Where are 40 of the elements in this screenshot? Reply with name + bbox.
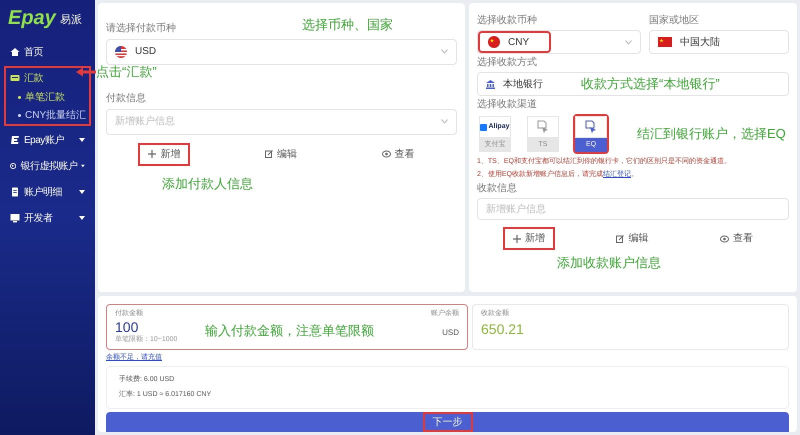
currency-select[interactable]: CNY: [477, 30, 641, 54]
sidebar-subitem[interactable]: CNY批量结汇: [6, 106, 89, 124]
receive-value: 650.21: [481, 320, 525, 339]
sidebar-item[interactable]: 开发者: [6, 208, 89, 228]
currency-select[interactable]: USD: [106, 38, 457, 64]
field-label: 收款信息: [477, 183, 518, 195]
annotation-text: 添加收款账户信息: [557, 254, 662, 272]
amount-value: 100: [115, 319, 140, 335]
sidebar-item[interactable]: 银行虚拟账户: [6, 156, 89, 176]
annotation-text: 添加付款人信息: [162, 174, 254, 192]
annotation-text: 收款方式选择“本地银行”: [581, 75, 720, 94]
field-label: 选择收款渠道: [477, 99, 538, 111]
action-button[interactable]: 查看: [710, 227, 764, 250]
logo-subtitle: 易派: [60, 12, 82, 28]
field-label: 请选择付款币种: [106, 22, 176, 34]
currency-text: USD: [442, 327, 459, 339]
annotation-text: 输入付款金额，注意单笔限额: [205, 322, 375, 340]
action-button[interactable]: 编辑: [606, 227, 658, 250]
logo-text: Epay: [8, 8, 56, 28]
field-label: 国家或地区: [649, 15, 700, 27]
action-button[interactable]: 编辑: [254, 142, 307, 166]
annotation-text: 结汇到银行账户，选择EQ: [637, 125, 786, 144]
sidebar-item[interactable]: Epay账户: [6, 130, 89, 150]
sidebar-item[interactable]: 汇款: [6, 68, 89, 88]
sidebar-subitem[interactable]: 单笔汇款: [6, 88, 89, 106]
annotation-text: 点击“汇款”: [96, 63, 157, 81]
field-label: 选择收款方式: [477, 57, 538, 69]
action-button[interactable]: 查看: [372, 142, 425, 166]
region-select[interactable]: 中国大陆: [649, 30, 789, 54]
sidebar-item[interactable]: 首页: [6, 42, 89, 62]
method-select[interactable]: 本地银行 收款方式选择“本地银行”: [477, 72, 789, 96]
currency-value: CNY: [508, 36, 530, 50]
action-button[interactable]: 新增: [138, 142, 190, 166]
next-button[interactable]: 下一步: [422, 412, 472, 432]
annotation-text: 选择币种、国家: [302, 16, 393, 34]
action-button[interactable]: 新增: [502, 227, 555, 250]
field-label: 选择收款币种: [477, 15, 538, 27]
method-value: 本地银行: [503, 78, 544, 92]
sidebar-item[interactable]: 账户明细: [6, 182, 89, 202]
field-label: 付款信息: [106, 92, 147, 104]
